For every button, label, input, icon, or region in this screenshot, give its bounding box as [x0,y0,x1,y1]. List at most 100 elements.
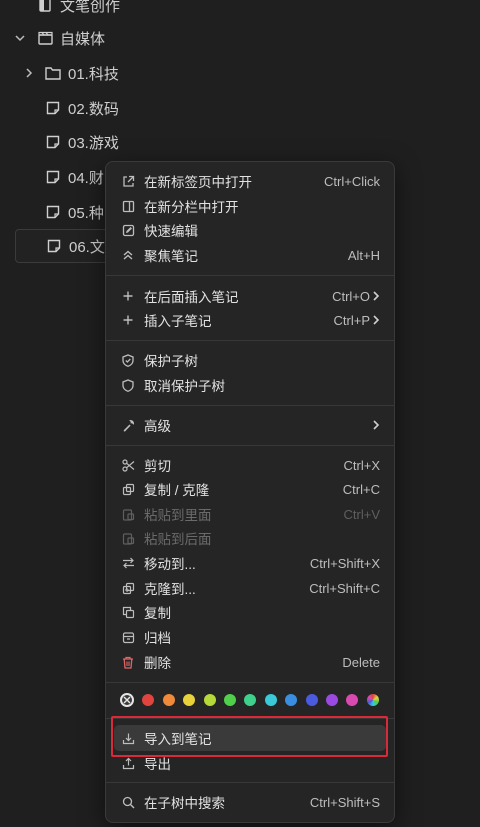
paste-after-icon [121,531,135,545]
menu-shortcut: Ctrl+Shift+X [309,555,380,571]
tree-item-label: 01.科技 [68,65,119,83]
menu-label: 克隆到... [144,582,196,597]
color-swatch-red[interactable] [142,694,155,706]
menu-focus-note[interactable]: 聚焦笔记 Alt+H [114,243,386,267]
note-icon [44,99,62,117]
tree-item-label: 自媒体 [60,30,106,48]
color-swatch-teal[interactable] [244,694,257,706]
duplicate-icon [121,605,135,619]
menu-label: 快速编辑 [144,224,198,239]
menu-cut[interactable]: 剪切 Ctrl+X [114,453,386,477]
menu-duplicate[interactable]: 复制 [114,600,386,624]
split-pane-icon [121,199,135,213]
menu-delete[interactable]: 删除 Delete [114,650,386,674]
export-icon [121,756,135,770]
color-picker [120,690,387,710]
color-swatch-pink[interactable] [346,694,359,706]
menu-separator [106,445,394,446]
wrench-icon [121,418,135,432]
tree-item-label: 02.数码 [68,100,119,118]
menu-quick-edit[interactable]: 快速编辑 [114,218,386,242]
color-swatch-yellow[interactable] [183,694,196,706]
chevron-down-icon[interactable] [13,31,27,45]
menu-shortcut: Alt+H [347,247,380,263]
menu-label: 保护子树 [144,354,198,369]
chevron-right-icon [372,420,382,430]
book-icon [36,0,54,14]
menu-insert-child[interactable]: 插入子笔记 Ctrl+P [114,308,386,332]
color-swatch-cyan[interactable] [264,694,277,706]
menu-label: 在后面插入笔记 [144,290,239,305]
menu-label: 复制 [144,606,171,621]
tree-item-label: 05.种 [68,204,104,222]
menu-label: 剪切 [144,459,171,474]
menu-label: 在新标签页中打开 [144,175,252,190]
menu-label: 插入子笔记 [144,314,212,329]
menu-open-new-split[interactable]: 在新分栏中打开 [114,194,386,218]
tree-item-shuma[interactable]: 02.数码 [44,91,119,125]
menu-label: 高级 [144,419,171,434]
chevrons-up-icon [121,248,135,262]
color-swatch-blue[interactable] [285,694,298,706]
shield-icon [121,378,135,392]
menu-shortcut: Delete [342,654,380,670]
tree-item-youxi[interactable]: 03.游戏 [44,125,119,159]
menu-shortcut: Ctrl+Shift+S [309,794,380,810]
menu-separator [106,782,394,783]
tree-item-wenbi[interactable]: 文笔创作 [36,0,120,22]
tree-item-label: 06.文 [69,238,105,256]
menu-open-new-tab[interactable]: 在新标签页中打开 Ctrl+Click [114,169,386,193]
menu-advanced[interactable]: 高级 [114,413,386,437]
menu-shortcut: Ctrl+C [342,481,380,497]
copy-icon [121,482,135,496]
menu-label: 复制 / 克隆 [144,483,210,498]
menu-separator [106,682,394,683]
menu-unprotect-subtree[interactable]: 取消保护子树 [114,373,386,397]
menu-label: 在新分栏中打开 [144,200,239,215]
menu-paste-after[interactable]: 粘贴到后面 [114,526,386,550]
note-icon [44,133,62,151]
menu-shortcut: Ctrl+V [343,506,380,522]
chevron-right-icon[interactable] [22,66,36,80]
search-icon [121,795,135,809]
color-swatch-purple[interactable] [325,694,338,706]
custom-color-swatch[interactable] [366,694,379,706]
shield-check-icon [121,353,135,367]
no-color-swatch[interactable] [120,693,134,707]
menu-archive[interactable]: 归档 [114,625,386,649]
tree-item-label: 03.游戏 [68,134,119,152]
color-swatch-indigo[interactable] [305,694,318,706]
menu-label: 在子树中搜索 [144,796,225,811]
menu-copy-clone[interactable]: 复制 / 克隆 Ctrl+C [114,477,386,501]
menu-paste-into[interactable]: 粘贴到里面 Ctrl+V [114,502,386,526]
menu-label: 删除 [144,656,171,671]
color-swatch-green[interactable] [223,694,236,706]
menu-search-subtree[interactable]: 在子树中搜索 Ctrl+Shift+S [114,790,386,814]
menu-shortcut: Ctrl+O [332,288,370,304]
menu-label: 粘贴到里面 [144,508,212,523]
tree-item-label: 文笔创作 [60,0,121,15]
tree-item-label: 04.财 [68,169,104,187]
menu-shortcut: Ctrl+Click [324,173,380,189]
note-icon [44,168,62,186]
archive-icon [121,630,135,644]
tree-item-zimeiti[interactable]: 自媒体 [36,21,105,55]
menu-shortcut: Ctrl+P [333,312,370,328]
tree-item-cai[interactable]: 04.财 [44,160,104,194]
external-link-icon [121,174,135,188]
menu-clone-to[interactable]: 克隆到... Ctrl+Shift+C [114,576,386,600]
chevron-right-icon [372,291,382,301]
color-swatch-orange[interactable] [162,694,175,706]
color-swatch-lime[interactable] [203,694,216,706]
edit-icon [121,223,135,237]
menu-move-to[interactable]: 移动到... Ctrl+Shift+X [114,551,386,575]
menu-insert-after[interactable]: 在后面插入笔记 Ctrl+O [114,284,386,308]
menu-protect-subtree[interactable]: 保护子树 [114,348,386,372]
tree-item-zhong[interactable]: 05.种 [44,195,104,229]
plus-icon [121,289,135,303]
menu-shortcut: Ctrl+Shift+C [309,580,380,596]
tree-item-keji[interactable]: 01.科技 [44,56,119,90]
note-icon [45,237,63,255]
folder-icon [44,64,62,82]
menu-separator [106,405,394,406]
